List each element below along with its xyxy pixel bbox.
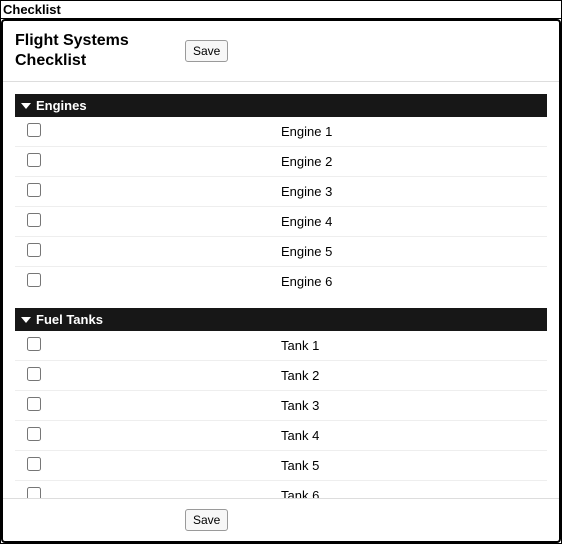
item-label: Tank 1 [281, 338, 539, 353]
checkbox-engine-1[interactable] [27, 123, 41, 137]
checkbox-engine-3[interactable] [27, 183, 41, 197]
sections-container: Engines Engine 1 Engine 2 Engine 3 Engin… [3, 82, 559, 498]
page-title: Flight Systems Checklist [15, 31, 185, 71]
list-item: Tank 4 [15, 421, 547, 451]
item-label: Engine 2 [281, 154, 539, 169]
item-label: Engine 4 [281, 214, 539, 229]
list-item: Engine 4 [15, 207, 547, 237]
item-label: Tank 2 [281, 368, 539, 383]
item-label: Engine 5 [281, 244, 539, 259]
item-label: Tank 6 [281, 488, 539, 498]
list-item: Engine 3 [15, 177, 547, 207]
checklist-window: Checklist Flight Systems Checklist Save … [0, 0, 562, 544]
list-item: Tank 3 [15, 391, 547, 421]
checkbox-tank-1[interactable] [27, 337, 41, 351]
checkbox-tank-3[interactable] [27, 397, 41, 411]
item-label: Engine 1 [281, 124, 539, 139]
checkbox-tank-4[interactable] [27, 427, 41, 441]
chevron-down-icon [21, 103, 31, 109]
item-label: Engine 6 [281, 274, 539, 289]
section-fuel-tanks: Fuel Tanks Tank 1 Tank 2 Tank 3 Tank 4 [15, 308, 547, 498]
list-item: Tank 5 [15, 451, 547, 481]
list-item: Tank 2 [15, 361, 547, 391]
item-label: Tank 4 [281, 428, 539, 443]
chevron-down-icon [21, 317, 31, 323]
checkbox-engine-2[interactable] [27, 153, 41, 167]
checkbox-tank-2[interactable] [27, 367, 41, 381]
section-header-engines[interactable]: Engines [15, 94, 547, 117]
section-title: Engines [36, 98, 87, 113]
header-row: Flight Systems Checklist Save [3, 21, 559, 82]
section-header-fuel-tanks[interactable]: Fuel Tanks [15, 308, 547, 331]
checkbox-engine-5[interactable] [27, 243, 41, 257]
footer-spacer [15, 509, 185, 531]
save-button-bottom[interactable]: Save [185, 509, 228, 531]
item-label: Engine 3 [281, 184, 539, 199]
list-item: Engine 6 [15, 267, 547, 296]
window-title: Checklist [1, 1, 561, 19]
checkbox-engine-4[interactable] [27, 213, 41, 227]
save-button-top[interactable]: Save [185, 40, 228, 62]
checkbox-engine-6[interactable] [27, 273, 41, 287]
footer-row: Save [3, 498, 559, 541]
checkbox-tank-5[interactable] [27, 457, 41, 471]
list-item: Tank 1 [15, 331, 547, 361]
list-item: Tank 6 [15, 481, 547, 498]
section-engines: Engines Engine 1 Engine 2 Engine 3 Engin… [15, 94, 547, 296]
checkbox-tank-6[interactable] [27, 487, 41, 498]
section-title: Fuel Tanks [36, 312, 103, 327]
item-label: Tank 5 [281, 458, 539, 473]
item-label: Tank 3 [281, 398, 539, 413]
list-item: Engine 1 [15, 117, 547, 147]
window-content: Flight Systems Checklist Save Engines En… [1, 19, 561, 543]
list-item: Engine 2 [15, 147, 547, 177]
list-item: Engine 5 [15, 237, 547, 267]
